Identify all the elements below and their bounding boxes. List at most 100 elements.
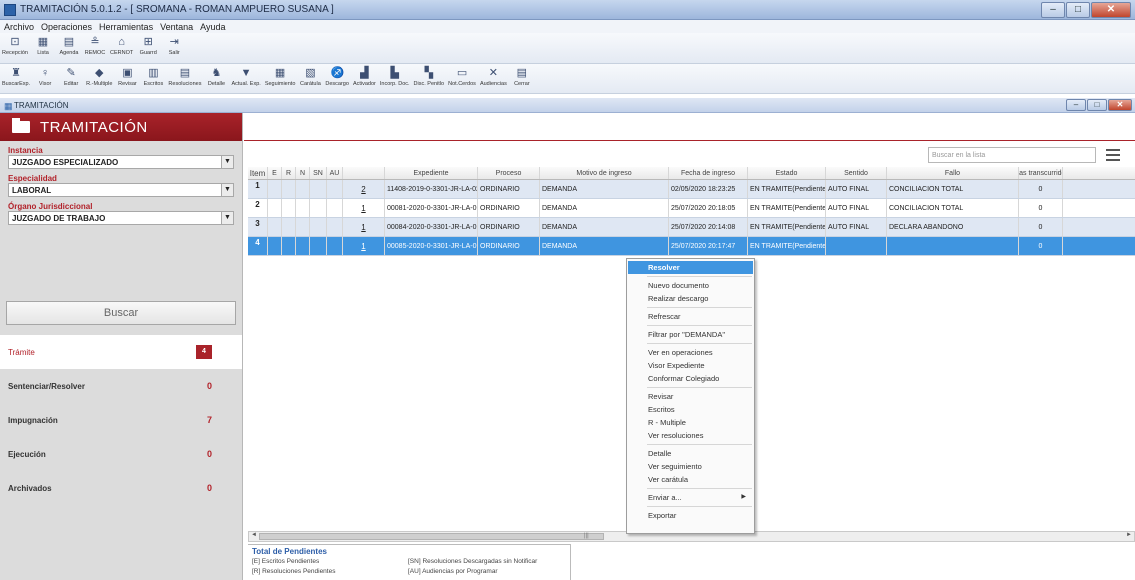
close-x-button[interactable]: ✕ Audiencias [480, 64, 507, 87]
attachments-link[interactable]: 1 [361, 242, 365, 251]
inbox-button[interactable]: ⊡ Recepción [2, 33, 28, 56]
column-header-item[interactable]: Item [248, 167, 268, 179]
column-header-n[interactable]: N [296, 167, 310, 179]
column-header-fallo[interactable]: Fallo [887, 167, 1019, 179]
menu-item-ver-car-tula[interactable]: Ver carátula [627, 473, 754, 486]
attachments-link[interactable]: 1 [361, 204, 365, 213]
save-button[interactable]: ⊞ Guarrd [137, 33, 159, 56]
column-header-mot[interactable]: Motivo de ingreso [540, 167, 669, 179]
menu-item-r-multiple[interactable]: R - Multiple [627, 416, 754, 429]
table-row[interactable]: 2 1 00081-2020-0-3301-JR-LA-01 ORDINARIO DEM… [248, 199, 1135, 218]
close-button[interactable]: ✕ [1091, 2, 1131, 18]
detail-icon: ♞ [211, 67, 222, 79]
table-row[interactable]: 4 1 00085-2020-0-3301-JR-LA-01 ORDINARIO DEM… [248, 237, 1135, 256]
scroll-right-icon[interactable]: ► [1124, 532, 1134, 538]
notif-button[interactable]: ▭ Not.Cerdos [448, 64, 476, 87]
table-row[interactable]: 1 2 11408-2019-0-3301-JR-LA-02 ORDINARIO DEM… [248, 180, 1135, 199]
writing-button[interactable]: ▥ Escritos [142, 64, 164, 87]
menu-item-escritos[interactable]: Escritos [627, 403, 754, 416]
table-row[interactable]: 3 1 00084-2020-0-3301-JR-LA-01 ORDINARIO DEM… [248, 218, 1135, 237]
column-header-r[interactable]: R [282, 167, 296, 179]
column-header-dias[interactable]: Días transcurridos [1019, 167, 1063, 179]
menu-ventana[interactable]: Ventana [160, 22, 193, 32]
exit-button[interactable]: ⇥ Salir [163, 33, 185, 56]
disc-button[interactable]: ▚ Disc. Penitlo [414, 64, 445, 87]
calendar-close-button[interactable]: ▤ Cerrar [511, 64, 533, 87]
attachments-link[interactable]: 1 [361, 223, 365, 232]
stamp-button[interactable]: ≗ REMOC [84, 33, 106, 56]
menu-item-enviar-a[interactable]: Enviar a... ▶ [627, 491, 754, 504]
child-maximize-button[interactable]: □ [1087, 99, 1107, 111]
chevron-down-icon[interactable]: ▼ [221, 156, 233, 168]
attachments-link[interactable]: 2 [361, 185, 365, 194]
edit-button[interactable]: ✎ Editar [60, 64, 82, 87]
especialidad-select[interactable]: LABORAL ▼ [8, 183, 234, 197]
update-button[interactable]: ▼ Actual. Exp. [231, 64, 260, 87]
calendar-button[interactable]: ▤ Agenda [58, 33, 80, 56]
menu-item-exportar[interactable]: Exportar [627, 509, 754, 522]
menu-item-detalle[interactable]: Detalle [627, 447, 754, 460]
instancia-select[interactable]: JUZGADO ESPECIALIZADO ▼ [8, 155, 234, 169]
resolution-button[interactable]: ▤ Resoluciones [168, 64, 201, 87]
menu-item-realizar-descargo[interactable]: Realizar descargo [627, 292, 754, 305]
review-button[interactable]: ▣ Revisar [116, 64, 138, 87]
menu-item-visor-expediente[interactable]: Visor Expediente [627, 359, 754, 372]
menu-item-nuevo-documento[interactable]: Nuevo documento [627, 279, 754, 292]
cell-au [327, 237, 343, 255]
writing-icon: ▥ [148, 67, 159, 79]
discharge-icon: ♐ [330, 67, 345, 79]
menu-operaciones[interactable]: Operaciones [41, 22, 92, 32]
multiple-button[interactable]: ◆ R.-Multiple [86, 64, 112, 87]
activate-button[interactable]: ▟ Activador [353, 64, 376, 87]
menu-archivo[interactable]: Archivo [4, 22, 34, 32]
person-button[interactable]: ♀ Visor [34, 64, 56, 87]
menu-item-ver-seguimiento[interactable]: Ver seguimiento [627, 460, 754, 473]
toolbar-label: CERNOT [110, 50, 134, 56]
menu-item-conformar-colegiado[interactable]: Conformar Colegiado [627, 372, 754, 385]
scrollbar-thumb[interactable] [259, 533, 604, 540]
hamburger-menu-icon[interactable] [1106, 149, 1120, 164]
column-header-sen[interactable]: Sentido [826, 167, 887, 179]
cell-sen: AUTO FINAL [826, 218, 887, 236]
maximize-button[interactable]: □ [1066, 2, 1090, 18]
column-header-exp[interactable]: Expediente [385, 167, 478, 179]
nav-item-ejecucion[interactable]: Ejecución 0 [0, 437, 242, 471]
chevron-down-icon[interactable]: ▼ [221, 212, 233, 224]
chevron-down-icon[interactable]: ▼ [221, 184, 233, 196]
column-header-fecha[interactable]: Fecha de ingreso [669, 167, 748, 179]
incorp-doc-button[interactable]: ▙ Incorp. Doc. [380, 64, 410, 87]
menu-item-refrescar[interactable]: Refrescar [627, 310, 754, 323]
follow-button[interactable]: ▦ Seguimiento [265, 64, 296, 87]
child-minimize-button[interactable]: – [1066, 99, 1086, 111]
menu-herramientas[interactable]: Herramientas [99, 22, 153, 32]
organo-select[interactable]: JUZGADO DE TRABAJO ▼ [8, 211, 234, 225]
column-header-sn[interactable]: SN [310, 167, 327, 179]
left-panel-title: TRAMITACIÓN [40, 118, 148, 136]
child-close-button[interactable]: ✕ [1108, 99, 1132, 111]
bell-button[interactable]: ⌂ CERNOT [110, 33, 133, 56]
column-header-sub[interactable] [343, 167, 385, 179]
search-input[interactable]: Buscar en la lista [928, 147, 1096, 163]
scroll-left-icon[interactable]: ◄ [249, 532, 259, 538]
menu-item-revisar[interactable]: Revisar [627, 390, 754, 403]
minimize-button[interactable]: – [1041, 2, 1065, 18]
column-header-proc[interactable]: Proceso [478, 167, 540, 179]
menu-item-ver-en-operaciones[interactable]: Ver en operaciones [627, 346, 754, 359]
discharge-button[interactable]: ♐ Descargo [325, 64, 349, 87]
nav-item-tramite[interactable]: Trámite 4 [0, 335, 242, 369]
binoculars-button[interactable]: ♜ BuscarExp. [2, 64, 30, 87]
cover-button[interactable]: ▧ Carátula [299, 64, 321, 87]
nav-item-impugnacion[interactable]: Impugnación 7 [0, 403, 242, 437]
menu-item-ver-resoluciones[interactable]: Ver resoluciones [627, 429, 754, 442]
column-header-e[interactable]: E [268, 167, 282, 179]
buscar-button[interactable]: Buscar [6, 301, 236, 325]
column-header-est[interactable]: Estado [748, 167, 826, 179]
menu-item-filtrar-por-demanda[interactable]: Filtrar por "DEMANDA" [627, 328, 754, 341]
list-button[interactable]: ▦ Lista [32, 33, 54, 56]
nav-item-sentenciar[interactable]: Sentenciar/Resolver 0 [0, 369, 242, 403]
nav-item-archivados[interactable]: Archivados 0 [0, 471, 242, 505]
column-header-au[interactable]: AU [327, 167, 343, 179]
menu-ayuda[interactable]: Ayuda [200, 22, 225, 32]
menu-item-resolver[interactable]: Resolver [628, 261, 753, 274]
detail-button[interactable]: ♞ Detalle [205, 64, 227, 87]
